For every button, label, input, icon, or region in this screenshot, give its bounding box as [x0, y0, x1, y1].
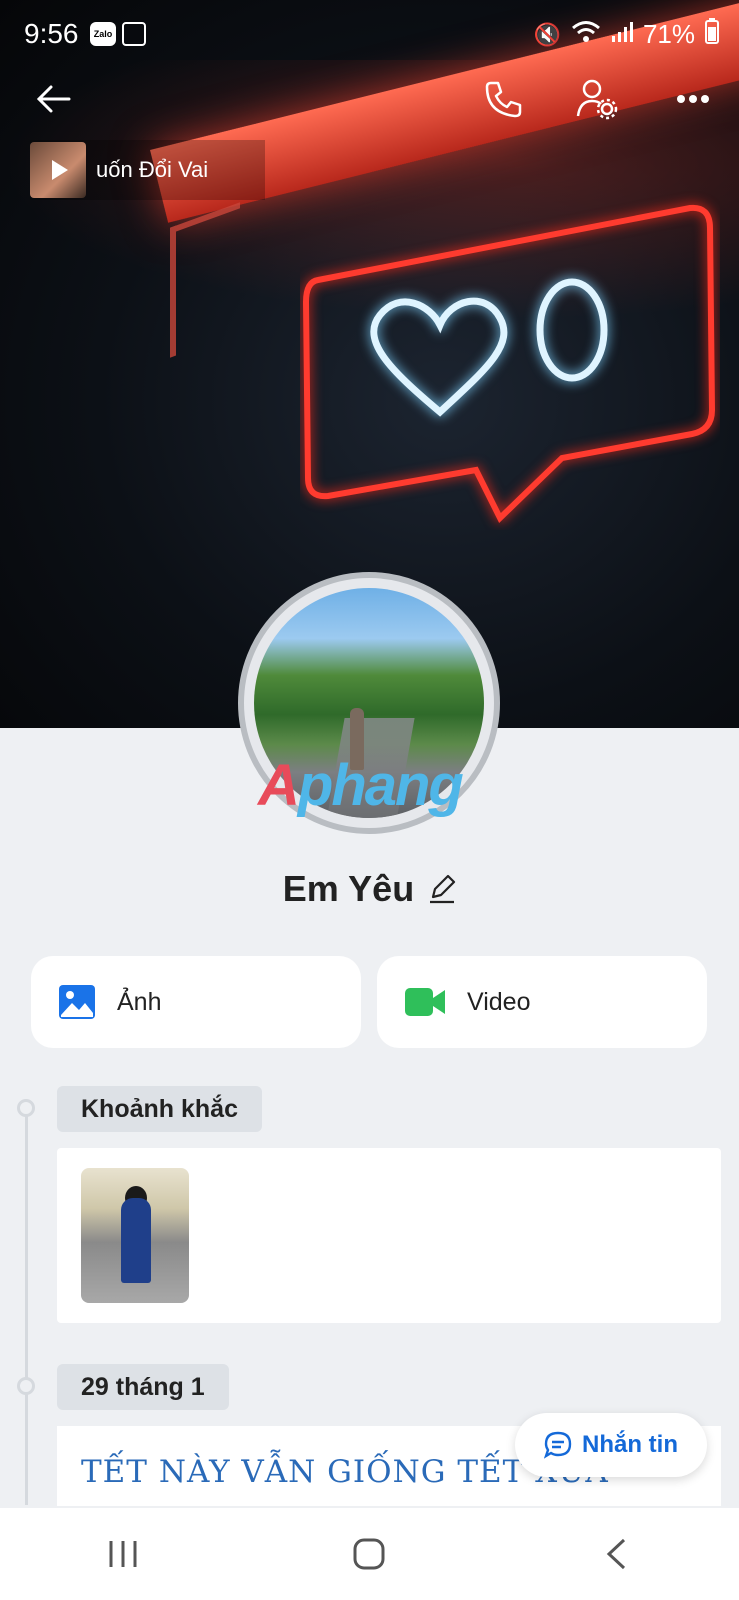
profile-settings-button[interactable]: [572, 74, 622, 124]
watermark-logo: Aphang: [258, 753, 464, 818]
recent-apps-button[interactable]: [83, 1524, 163, 1584]
call-button[interactable]: [478, 74, 528, 124]
edit-pencil-icon[interactable]: [428, 874, 456, 904]
date-tag: 29 tháng 1: [57, 1364, 229, 1410]
mute-icon: 🔇: [533, 21, 561, 47]
photos-button[interactable]: Ảnh: [31, 956, 361, 1048]
chat-bubble-icon: [544, 1431, 572, 1459]
neon-like-sign: [302, 204, 716, 524]
more-dots-icon: [677, 95, 709, 103]
gallery-notification-icon: [122, 22, 146, 46]
videos-label: Video: [467, 987, 531, 1016]
videos-button[interactable]: Video: [377, 956, 707, 1048]
home-button[interactable]: [329, 1524, 409, 1584]
home-icon: [353, 1538, 385, 1570]
music-title: uốn Đổi Vai: [96, 157, 209, 182]
status-bar: 9:56 Zalo 🔇 71%: [0, 0, 739, 70]
arrow-left-icon: [36, 85, 71, 113]
signal-icon: [611, 21, 633, 49]
moments-tag: Khoảnh khắc: [57, 1086, 262, 1132]
message-button[interactable]: Nhắn tin: [515, 1413, 707, 1477]
back-button[interactable]: [28, 74, 78, 124]
moments-card: [57, 1148, 721, 1323]
user-gear-icon: [576, 79, 618, 120]
chevron-left-icon: [606, 1538, 625, 1570]
system-navigation-bar: [0, 1508, 739, 1600]
photo-icon: [59, 985, 95, 1019]
profile-name: Em Yêu: [282, 868, 415, 909]
music-play-icon: [30, 142, 86, 198]
zalo-notification-icon: Zalo: [90, 22, 116, 46]
message-button-label: Nhắn tin: [582, 1431, 678, 1458]
battery-percent: 71%: [642, 19, 695, 49]
timeline-dot: [17, 1377, 35, 1395]
timeline-dot: [17, 1099, 35, 1117]
timeline-line: [25, 1105, 28, 1505]
profile-music[interactable]: uốn Đổi Vai: [30, 140, 265, 200]
status-time: 9:56: [24, 18, 79, 49]
phone-icon: [485, 81, 522, 118]
battery-icon: [705, 18, 719, 51]
more-options-button[interactable]: [668, 74, 718, 124]
photos-label: Ảnh: [117, 987, 162, 1016]
wifi-icon: [571, 20, 601, 50]
moment-thumbnail[interactable]: [81, 1168, 189, 1303]
recent-apps-icon: [109, 1541, 137, 1567]
cover-bracket: [170, 202, 240, 358]
video-camera-icon: [405, 988, 445, 1016]
system-back-button[interactable]: [576, 1524, 656, 1584]
profile-name-row: Em Yêu: [0, 868, 739, 910]
